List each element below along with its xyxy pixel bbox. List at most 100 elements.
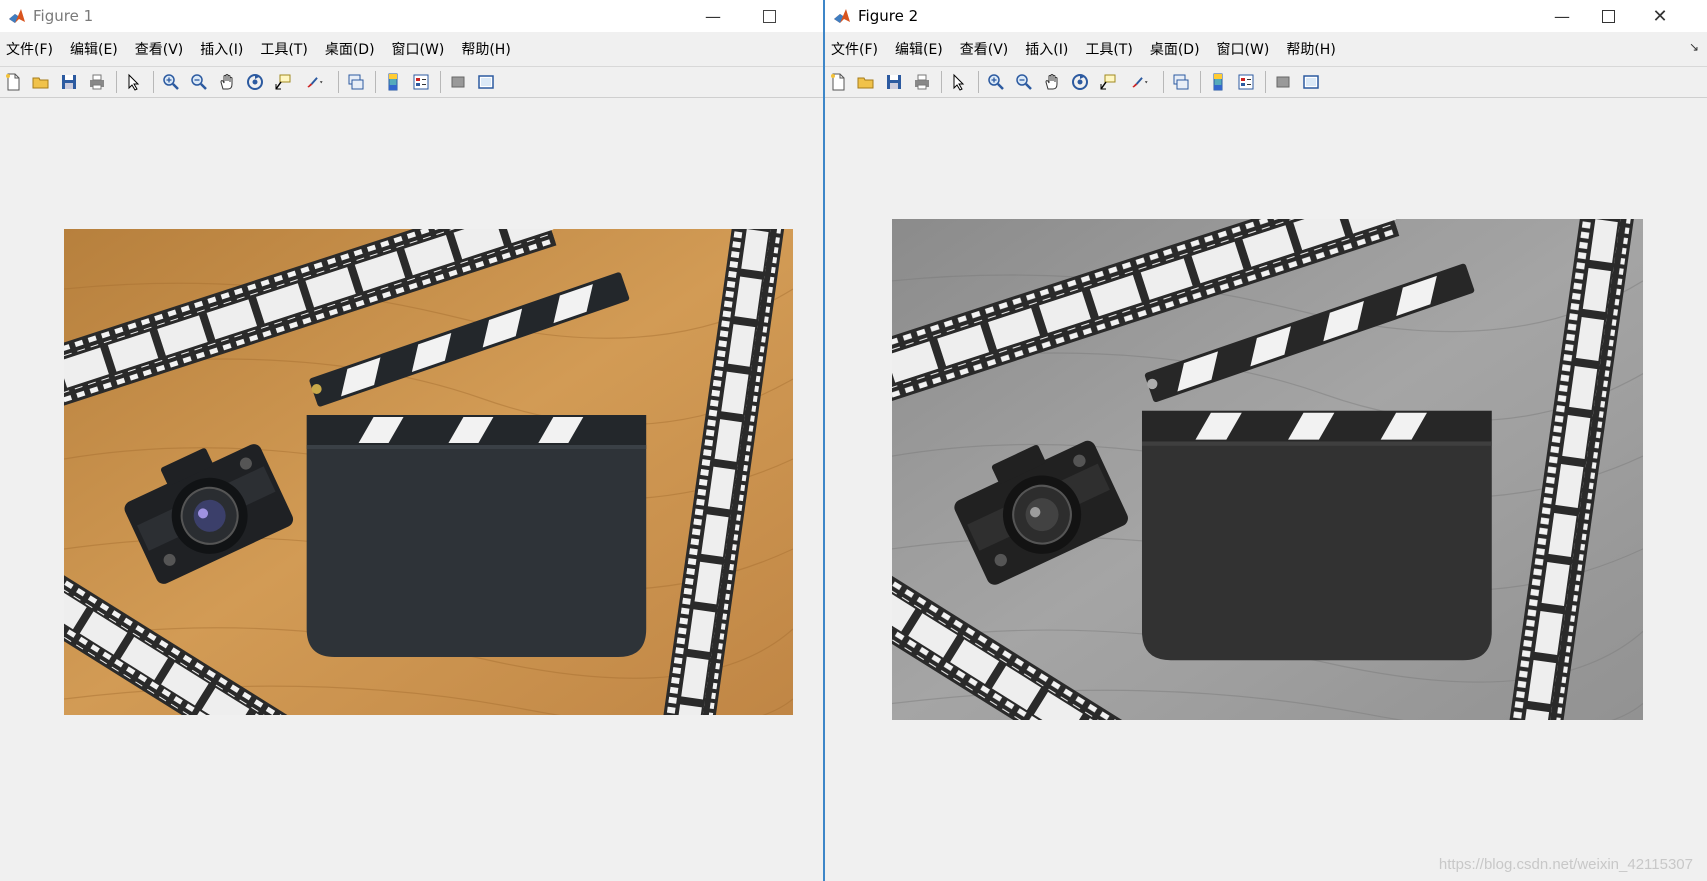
zoom-out-button[interactable]: [188, 71, 210, 93]
open-file-button[interactable]: [30, 71, 52, 93]
minimize-icon: —: [705, 6, 721, 26]
show-plot-tools-icon: [1303, 75, 1319, 89]
save-icon: [887, 75, 901, 89]
minimize-button[interactable]: —: [1539, 0, 1585, 32]
show-plot-tools-button[interactable]: [1300, 71, 1322, 93]
rotate-3d-icon: [247, 74, 263, 90]
watermark-text: https://blog.csdn.net/weixin_42115307: [1438, 856, 1693, 873]
select-arrow-icon: [128, 73, 140, 91]
minimize-button[interactable]: —: [690, 0, 736, 32]
undock-arrow-icon[interactable]: ↘: [1689, 40, 1699, 54]
select-arrow-icon: [953, 73, 965, 91]
window-title: Figure 1: [33, 7, 94, 25]
show-plot-tools-icon: [478, 75, 494, 89]
save-button[interactable]: [58, 71, 80, 93]
print-button[interactable]: [86, 71, 108, 93]
toolbar-separator: [1163, 71, 1164, 93]
rotate-3d-button[interactable]: [1069, 71, 1091, 93]
figure-toolbar: [825, 66, 1707, 98]
menu-tools[interactable]: 工具(T): [260, 39, 307, 59]
link-plot-icon: [348, 74, 364, 90]
maximize-icon: [1601, 9, 1615, 23]
menu-view[interactable]: 查看(V): [960, 39, 1009, 59]
link-plot-button[interactable]: [1170, 71, 1192, 93]
select-button[interactable]: [123, 71, 145, 93]
close-button[interactable]: ✕: [1637, 0, 1683, 32]
legend-icon: [413, 74, 429, 90]
toolbar-separator: [440, 71, 441, 93]
maximize-button[interactable]: [746, 0, 792, 32]
maximize-button[interactable]: [1585, 0, 1631, 32]
minimize-icon: —: [1554, 6, 1570, 26]
figure-1-window: Figure 1 — 文件(F) 编辑(E) 查看(V) 插入(I) 工具(T)…: [0, 0, 823, 881]
colorbar-button[interactable]: [1207, 71, 1229, 93]
clapperboard-camera-photo-gray: [892, 219, 1643, 720]
toolbar-separator: [338, 71, 339, 93]
menu-help[interactable]: 帮助(H): [461, 39, 510, 59]
hide-plot-tools-button[interactable]: [447, 71, 469, 93]
hide-plot-tools-icon: [451, 76, 465, 88]
data-cursor-button[interactable]: [1097, 71, 1119, 93]
new-figure-icon: [6, 73, 20, 91]
zoom-in-button[interactable]: [985, 71, 1007, 93]
show-plot-tools-button[interactable]: [475, 71, 497, 93]
menu-file[interactable]: 文件(F): [6, 39, 53, 59]
zoom-out-button[interactable]: [1013, 71, 1035, 93]
new-figure-button[interactable]: [827, 71, 849, 93]
pan-hand-icon: [220, 74, 233, 90]
matlab-logo-icon: [834, 9, 850, 23]
print-button[interactable]: [911, 71, 933, 93]
open-file-button[interactable]: [855, 71, 877, 93]
pan-button[interactable]: [216, 71, 238, 93]
menu-desktop[interactable]: 桌面(D): [325, 39, 375, 59]
title-bar: Figure 2 — ✕: [825, 0, 1707, 32]
print-icon: [90, 74, 104, 90]
toolbar-separator: [116, 71, 117, 93]
menu-edit[interactable]: 编辑(E): [70, 39, 118, 59]
legend-button[interactable]: [410, 71, 432, 93]
toolbar-separator: [1265, 71, 1266, 93]
hide-plot-tools-icon: [1276, 76, 1290, 88]
title-bar: Figure 1 —: [0, 0, 823, 32]
toolbar-separator: [1200, 71, 1201, 93]
menu-tools[interactable]: 工具(T): [1085, 39, 1132, 59]
clapperboard-camera-photo: [64, 229, 793, 715]
save-icon: [62, 75, 76, 89]
menu-help[interactable]: 帮助(H): [1286, 39, 1335, 59]
zoom-out-icon: [1016, 74, 1032, 90]
new-figure-button[interactable]: [2, 71, 24, 93]
menu-window[interactable]: 窗口(W): [392, 39, 445, 59]
menu-desktop[interactable]: 桌面(D): [1150, 39, 1200, 59]
save-button[interactable]: [883, 71, 905, 93]
menu-window[interactable]: 窗口(W): [1217, 39, 1270, 59]
menu-bar: 文件(F) 编辑(E) 查看(V) 插入(I) 工具(T) 桌面(D) 窗口(W…: [0, 32, 823, 66]
data-cursor-button[interactable]: [272, 71, 294, 93]
print-icon: [915, 74, 929, 90]
menu-file[interactable]: 文件(F): [831, 39, 878, 59]
menu-edit[interactable]: 编辑(E): [895, 39, 943, 59]
menu-insert[interactable]: 插入(I): [200, 39, 243, 59]
pan-button[interactable]: [1041, 71, 1063, 93]
menu-insert[interactable]: 插入(I): [1025, 39, 1068, 59]
colorbar-button[interactable]: [382, 71, 404, 93]
hide-plot-tools-button[interactable]: [1272, 71, 1294, 93]
legend-button[interactable]: [1235, 71, 1257, 93]
toolbar-separator: [153, 71, 154, 93]
select-button[interactable]: [948, 71, 970, 93]
maximize-icon: [762, 9, 776, 23]
rotate-3d-button[interactable]: [244, 71, 266, 93]
colorbar-icon: [1213, 73, 1223, 91]
menu-view[interactable]: 查看(V): [135, 39, 184, 59]
toolbar-separator: [941, 71, 942, 93]
legend-icon: [1238, 74, 1254, 90]
menu-bar: 文件(F) 编辑(E) 查看(V) 插入(I) 工具(T) 桌面(D) 窗口(W…: [825, 32, 1707, 66]
toolbar-separator: [978, 71, 979, 93]
zoom-in-icon: [163, 74, 179, 90]
brush-button[interactable]: [1125, 71, 1155, 93]
brush-button[interactable]: [300, 71, 330, 93]
window-title: Figure 2: [858, 7, 919, 25]
data-cursor-icon: [1100, 74, 1116, 90]
link-plot-button[interactable]: [345, 71, 367, 93]
open-file-icon: [857, 77, 874, 89]
zoom-in-button[interactable]: [160, 71, 182, 93]
